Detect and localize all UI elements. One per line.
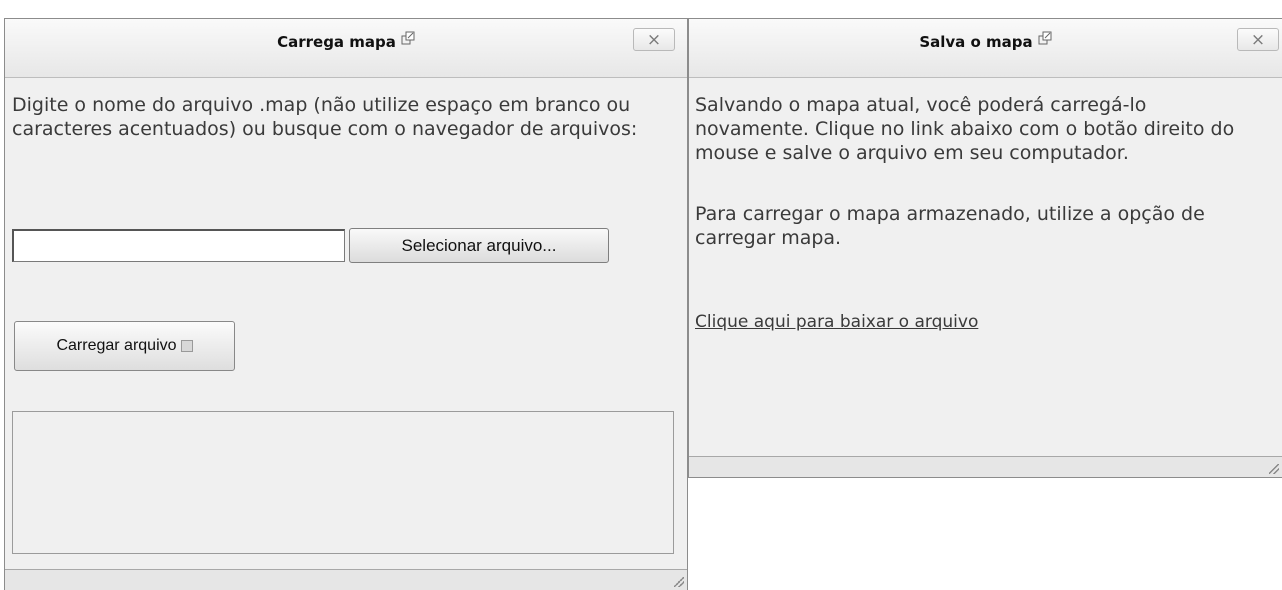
save-map-titlebar[interactable]: Salva o mapa × [689, 19, 1282, 78]
resize-grip-icon[interactable] [1269, 464, 1279, 474]
close-button[interactable]: × [633, 28, 675, 51]
save-map-dialog: Salva o mapa × Salvando o mapa atual, vo… [688, 18, 1282, 478]
save-map-title-text: Salva o mapa [919, 33, 1033, 51]
load-map-title-text: Carrega mapa [277, 33, 396, 51]
load-file-button-label: Carregar arquivo [56, 337, 177, 354]
load-status-bar [5, 569, 687, 590]
select-file-button[interactable]: Selecionar arquivo... [349, 228, 609, 263]
load-output-box [12, 411, 674, 554]
save-status-bar [689, 456, 1282, 477]
file-name-input[interactable] [12, 229, 345, 262]
close-button[interactable]: × [1237, 28, 1279, 51]
resize-grip-icon[interactable] [674, 577, 684, 587]
load-instructions: Digite o nome do arquivo .map (não utili… [12, 94, 638, 140]
external-link-icon[interactable] [1038, 31, 1052, 49]
load-file-button[interactable]: Carregar arquivo [14, 321, 235, 371]
download-file-link[interactable]: Clique aqui para baixar o arquivo [695, 312, 978, 332]
button-status-icon [180, 340, 193, 352]
save-map-title: Salva o mapa [689, 31, 1282, 51]
load-map-title: Carrega mapa [5, 31, 687, 51]
external-link-icon[interactable] [401, 31, 415, 49]
save-paragraph-2: Para carregar o mapa armazenado, utilize… [695, 203, 1205, 249]
load-map-titlebar[interactable]: Carrega mapa × [5, 19, 687, 78]
save-paragraph-1: Salvando o mapa atual, você poderá carre… [695, 94, 1235, 164]
load-map-dialog: Carrega mapa × Digite o nome do arquivo … [4, 18, 688, 590]
